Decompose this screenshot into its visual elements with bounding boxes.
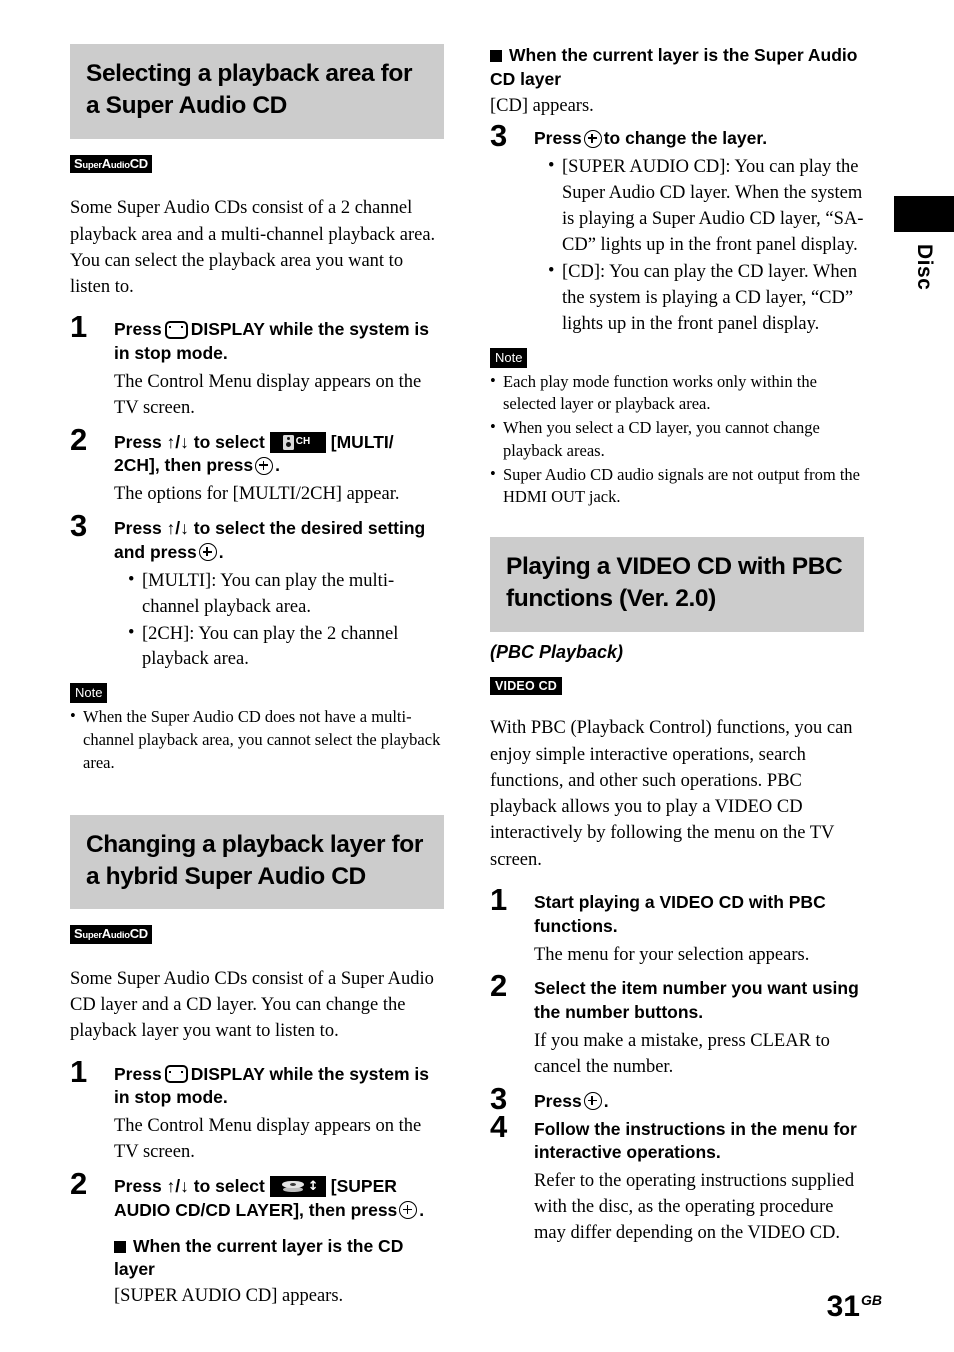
- note-item: When you select a CD layer, you cannot c…: [490, 416, 864, 463]
- step-title: Press ↑/↓ to select the desired setting …: [114, 518, 426, 562]
- side-tab-bar: [894, 196, 954, 232]
- side-tab-label: Disc: [913, 244, 936, 291]
- step-1: 1 Start playing a VIDEO CD with PBC func…: [490, 884, 864, 968]
- step-3: 3 Pressto change the layer. [SUPER AUDIO…: [490, 120, 864, 338]
- step-title: Press ↑/↓ to select ↕ [SUPER AUDIO CD/CD L…: [114, 1175, 425, 1220]
- super-audio-cd-badge: SuperAudioCD: [70, 154, 152, 174]
- section3-intro: With PBC (Playback Control) functions, y…: [490, 718, 853, 870]
- step-2: 2 Press ↑/↓ to select ↕ [SUPER AUDIO CD/CD…: [70, 1168, 444, 1310]
- step-description: If you make a mistake, press CLEAR to ca…: [534, 1031, 830, 1077]
- enter-icon: [198, 543, 217, 562]
- step-title: Press ↑/↓ to select CH [MULTI/ 2CH], then …: [114, 431, 394, 476]
- note-list: When the Super Audio CD does not have a …: [70, 705, 444, 774]
- square-bullet-icon: [114, 1240, 126, 1253]
- enter-icon: [255, 456, 274, 475]
- display-icon: [164, 320, 188, 339]
- section1-intro: Some Super Audio CDs consist of a 2 chan…: [70, 198, 436, 298]
- up-down-arrow-icon: ↕: [307, 1178, 319, 1194]
- step-number: 2: [70, 1166, 88, 1202]
- section-title: Changing a playback layer for a hybrid S…: [86, 830, 423, 890]
- section-title: Selecting a playback area for a Super Au…: [86, 60, 413, 120]
- note-block-2: Note Each play mode function works only …: [490, 347, 864, 510]
- ch-label: CH: [295, 435, 311, 447]
- enter-icon: [399, 1201, 418, 1220]
- step-description: The Control Menu display appears on the …: [114, 371, 422, 418]
- enter-icon: [583, 1092, 602, 1111]
- sub-description: [SUPER AUDIO CD] appears.: [114, 1286, 344, 1307]
- right-column: When the current layer is the Super Audi…: [490, 44, 864, 1256]
- step-1: 1 Press DISPLAY while the system is in st…: [70, 1056, 444, 1166]
- speaker-icon: [282, 434, 294, 450]
- step-3-bullets: [MULTI]: You can play the multi-channel …: [114, 568, 444, 674]
- step-3: 3 Press ↑/↓ to select the desired settin…: [70, 510, 444, 674]
- step-number: 1: [70, 309, 88, 345]
- sub-heading-super-audio-cd-layer: When the current layer is the Super Audi…: [490, 45, 858, 89]
- step-title: Press to change the layer.: [534, 128, 768, 149]
- note-block-1: Note When the Super Audio CD does not ha…: [70, 683, 444, 774]
- step-description: Refer to the operating instructions supp…: [534, 1171, 855, 1243]
- step-3: 3 Press.: [490, 1083, 864, 1114]
- step-3-bullets: [SUPER AUDIO CD]: You can play the Super…: [534, 154, 864, 338]
- disc-layers-icon: [281, 1180, 304, 1188]
- sub-description: [CD] appears.: [490, 95, 594, 116]
- page-number: 31GB: [827, 1290, 882, 1324]
- page-number-suffix: GB: [861, 1292, 882, 1308]
- square-bullet-icon: [490, 50, 502, 62]
- step-title: Press DISPLAY while the system is in stop…: [114, 319, 429, 364]
- note-label: Note: [490, 347, 528, 368]
- section2-intro: Some Super Audio CDs consist of a Super …: [70, 968, 434, 1042]
- step-number: 2: [490, 968, 508, 1004]
- enter-icon: [583, 129, 602, 148]
- step-number: 1: [70, 1053, 88, 1089]
- step-description: The menu for your selection appears.: [534, 944, 810, 965]
- note-item: When the Super Audio CD does not have a …: [70, 705, 444, 774]
- step-title: Follow the instructions in the menu for …: [534, 1118, 857, 1163]
- side-tab-disc: Disc: [894, 196, 954, 295]
- step-title: Select the item number you want using th…: [534, 978, 859, 1023]
- sub-heading-cd-layer: When the current layer is the CD layer: [114, 1235, 404, 1280]
- step-number: 1: [490, 881, 508, 917]
- manual-page: Selecting a playback area for a Super Au…: [0, 0, 954, 1352]
- step-number: 3: [490, 118, 508, 154]
- super-audio-cd-badge: SuperAudioCD: [70, 925, 152, 944]
- super-audio-cd-layer-control-icon: ↕: [269, 1175, 326, 1197]
- step-title: Start playing a VIDEO CD with PBC functi…: [534, 891, 826, 936]
- multi-2ch-control-icon: CH: [269, 431, 326, 453]
- bullet-item: [SUPER AUDIO CD]: You can play the Super…: [548, 154, 864, 259]
- section-title: Playing a VIDEO CD with PBC functions (V…: [506, 553, 843, 613]
- step-number: 4: [490, 1108, 508, 1144]
- step-description: The options for [MULTI/2CH] appear.: [114, 484, 400, 505]
- section-heading-changing-playback-layer: Changing a playback layer for a hybrid S…: [70, 814, 444, 910]
- section3-subtitle: (PBC Playback): [490, 641, 624, 662]
- badge-row: SuperAudioCD: [70, 154, 444, 174]
- section-heading-playing-video-cd: Playing a VIDEO CD with PBC functions (V…: [490, 537, 864, 632]
- step-2: 2 Press ↑/↓ to select CH [MULTI/ 2CH], the…: [70, 424, 444, 508]
- note-item: Super Audio CD audio signals are not out…: [490, 463, 864, 510]
- bullet-item: [2CH]: You can play the 2 channel playba…: [128, 621, 444, 674]
- step-2: 2 Select the item number you want using …: [490, 970, 864, 1080]
- step-title: Press DISPLAY while the system is in stop…: [114, 1063, 429, 1108]
- note-list: Each play mode function works only withi…: [490, 370, 864, 510]
- step-number: 3: [70, 508, 88, 544]
- bullet-item: [MULTI]: You can play the multi-channel …: [128, 568, 444, 621]
- left-column: Selecting a playback area for a Super Au…: [70, 44, 444, 1319]
- step-4: 4 Follow the instructions in the menu fo…: [490, 1111, 864, 1247]
- section-heading-selecting-playback-area: Selecting a playback area for a Super Au…: [70, 44, 444, 139]
- step-1: 1 Press DISPLAY while the system is in st…: [70, 311, 444, 421]
- note-item: Each play mode function works only withi…: [490, 370, 864, 417]
- bullet-item: [CD]: You can play the CD layer. When th…: [548, 259, 864, 338]
- note-label: Note: [70, 683, 108, 704]
- step-number: 2: [70, 421, 88, 457]
- step-description: The Control Menu display appears on the …: [114, 1116, 422, 1163]
- step-title: Press.: [534, 1090, 609, 1111]
- badge-row: SuperAudioCD: [70, 925, 444, 944]
- display-icon: [164, 1065, 188, 1084]
- page-number-value: 31: [826, 1290, 860, 1323]
- badge-row: VIDEO CD: [490, 676, 864, 696]
- video-cd-badge: VIDEO CD: [490, 676, 563, 696]
